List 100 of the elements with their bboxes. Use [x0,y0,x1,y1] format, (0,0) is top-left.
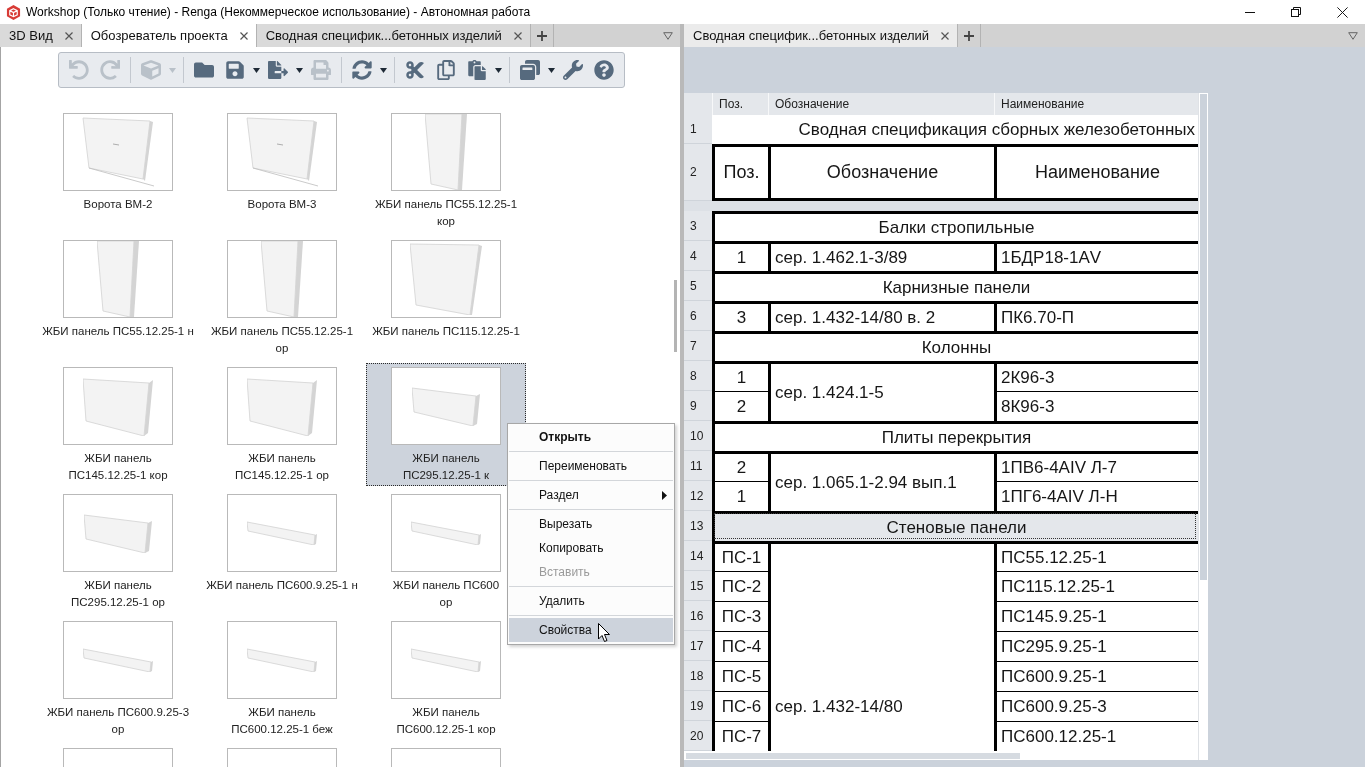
table-cell: 2 [712,451,768,481]
project-item[interactable]: Ворота ВМ-3 [202,109,362,232]
project-item[interactable]: ЖБИ панель ПС295.12.25-1 ор [38,490,198,613]
section-cell[interactable]: Балки стропильные [712,211,1198,241]
project-item[interactable]: ЖБИ панель ПС295.12.25-1 к [366,363,526,486]
panel-drawing [83,376,153,436]
table-cell: 1ПВ6-4АIV Л-7 [994,451,1198,481]
table-cell: 1 [712,241,768,271]
close-icon[interactable] [239,31,248,40]
section-cell[interactable]: Колонны [712,331,1198,361]
project-item[interactable]: ЖБИ панель ПС145.12.25-1 кор [38,363,198,486]
scrollbar-thumb[interactable] [674,280,677,352]
item-label: ЖБИ панель ПС600.9.25-3 ор [46,705,190,737]
caret-icon [253,67,260,73]
project-item[interactable]: ЖБИ панель ПС600.12.25-1 беж [202,617,362,740]
panel-drawing [247,521,317,545]
project-item[interactable]: ЖБИ панель ПС115.12.25-1 [366,236,526,359]
row-number: 17 [684,631,712,661]
row-number: 4 [684,241,712,271]
project-item[interactable]: ЖБИ панель ПС55.12.25-1 ор [202,236,362,359]
wrench-icon [563,60,583,80]
table-cell: сер. 1.065.1-2.94 вып.1 [768,451,994,511]
scrollbar-thumb[interactable] [686,753,1020,759]
project-item[interactable]: ЖБИ панель ПС145.12.25-1 ор [202,363,362,486]
section-cell[interactable]: Карнизные панели [712,271,1198,301]
row-number: 2 [684,144,712,201]
section-cell[interactable]: Плиты перекрытия [712,421,1198,451]
close-icon[interactable] [64,31,73,40]
printer-icon [311,60,331,80]
row-number: 19 [684,691,712,721]
table-cell: ПС-7 [712,721,768,751]
panel-drawing [411,521,481,545]
item-label: Ворота ВМ-3 [247,197,317,212]
window-title: Workshop (Только чтение) - Renga (Некоммерческое использование) - Автономная работа [26,5,532,19]
column-header[interactable]: Обозначение [768,93,994,115]
vertical-scrollbar[interactable] [1198,93,1208,760]
windows-icon [520,60,540,80]
scrollbar-thumb[interactable] [1200,94,1207,580]
item-label: ЖБИ панель ПС295.12.25-1 ор [71,578,165,610]
caret-icon [548,67,555,73]
tab[interactable]: Обозреватель проекта [81,24,257,47]
project-item[interactable]: ЖБИ панель ПС600.9.25-3 ор [38,617,198,740]
copy-icon [436,60,456,80]
table-cell: сер. 1.462.1-3/89 [768,241,994,271]
item-label: ЖБИ панель ПС600 ор [392,578,500,610]
menu-item[interactable]: Переименовать [509,454,673,478]
column-header[interactable]: Наименование [994,93,1198,115]
scissors-icon [405,60,425,80]
sheet-corner [684,93,712,115]
caret-icon [169,67,176,73]
table-header-cell: Обозначение [768,144,994,201]
submenu-arrow-icon [662,490,667,500]
panel-drawing [410,243,482,315]
column-header[interactable]: Поз. [712,93,768,115]
row-number: 13 [684,511,712,541]
panel-drawing [412,386,480,426]
table-cell: 1БДР18-1АV [994,241,1198,271]
table-cell: 8К96-3 [994,391,1198,421]
row-number: 20 [684,721,712,751]
menu-item[interactable]: Раздел [509,483,673,507]
row-number: 10 [684,421,712,451]
table-cell: 2К96-3 [994,361,1198,391]
table-cell: ПС115.12.25-1 [994,571,1198,601]
table-cell: ПС600.12.25-1 [994,721,1198,751]
table-cell: сер. 1.424.1-5 [768,361,994,421]
table-cell: ПС-6 [712,691,768,721]
project-item[interactable]: ЖБИ панель ПС55.12.25-1 кор [366,109,526,232]
row-number: 14 [684,541,712,571]
table-cell: ПС-3 [712,601,768,631]
project-item[interactable]: ЖБИ панель ПС55.12.25-1 н [38,236,198,359]
tab[interactable]: Сводная специфик...бетонных изделий [684,24,959,47]
redo-icon [100,60,120,80]
panel-drawing [247,648,317,672]
row-number: 3 [684,211,712,241]
export-icon [268,60,288,80]
minimize-icon [1245,11,1255,13]
undo-icon [69,60,89,80]
row-number: 12 [684,481,712,511]
close-icon[interactable] [513,31,522,40]
dropdown-icon [1348,31,1358,40]
panel-drawing [84,513,152,553]
table-cell: ПК6.70-П [994,301,1198,331]
tab[interactable]: 3D Вид [0,24,82,47]
row-number: 1 [684,115,712,144]
close-icon[interactable] [941,31,950,40]
project-item[interactable]: Ворота ВМ-2 [38,109,198,232]
project-item[interactable]: ЖБИ панель ПС600.9.25-1 н [202,490,362,613]
menu-item[interactable]: Удалить [509,589,673,613]
table-cell: сер. 1.432-14/80 [768,541,994,751]
caret-icon [380,67,387,73]
plus-icon [964,30,975,41]
item-label: ЖБИ панель ПС55.12.25-1 кор [374,197,518,229]
tab[interactable]: Сводная специфик...бетонных изделий [256,24,531,47]
menu-item[interactable]: Свойства [509,618,673,642]
table-cell: ПС-1 [712,541,768,571]
item-label: ЖБИ панель ПС295.12.25-1 к [402,451,490,483]
gate-drawing [82,117,154,187]
section-cell[interactable]: Стеновые панели [712,511,1198,541]
item-label: ЖБИ панель ПС145.12.25-1 кор [68,451,168,483]
table-cell: 1 [712,481,768,511]
